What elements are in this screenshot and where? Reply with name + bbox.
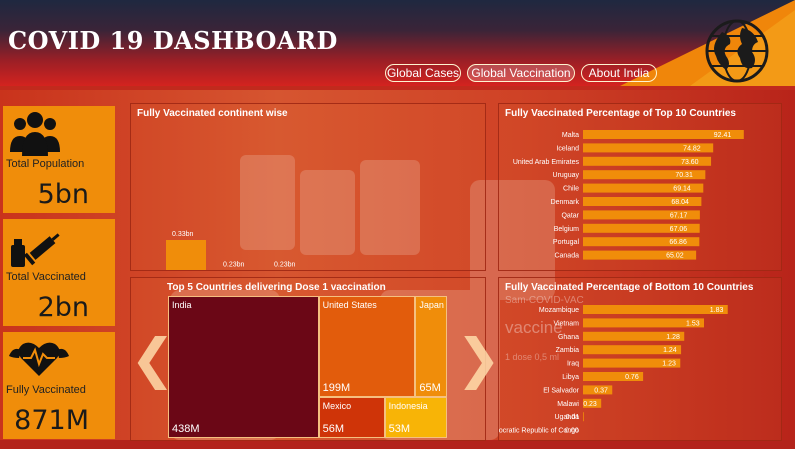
- chart-title: Top 5 Countries delivering Dose 1 vaccin…: [167, 282, 386, 293]
- treemap-tile[interactable]: United States 199M: [318, 296, 416, 397]
- bottom10-bar-chart: Mozambique 1.83 Vietnam 1.53 Ghana 1.28 Zambia…: [499, 305, 728, 435]
- category-label: Ghana: [558, 334, 579, 341]
- bar-data-label: 74.82: [683, 145, 701, 152]
- nav-about-india-button[interactable]: About India: [581, 64, 657, 82]
- treemap-value-label: 199M: [322, 381, 351, 394]
- category-label: Vietnam: [553, 320, 579, 327]
- treemap-category-label: Japan: [419, 300, 444, 310]
- bar: [583, 305, 728, 314]
- bar-data-label: 1.83: [710, 307, 724, 314]
- category-label: Malawi: [557, 401, 579, 408]
- category-label: Belgium: [554, 226, 579, 233]
- bar-data-label: 1.23: [662, 361, 676, 368]
- top10-bar-chart: Malta 92.41 Iceland 74.82 United Arab Emirat…: [513, 130, 744, 260]
- bar-data-label: 73.60: [681, 159, 699, 166]
- kpi-label: Fully Vaccinated: [6, 384, 86, 396]
- bar-data-label: 0.37: [594, 387, 608, 394]
- bar-data-label: 0.01: [566, 414, 580, 421]
- category-label: Iceland: [556, 145, 579, 152]
- panel-continent-chart: Fully Vaccinated continent wise 0.33bnAs…: [130, 103, 486, 271]
- treemap-value-label: 65M: [419, 381, 441, 394]
- panel-dose1-treemap: Top 5 Countries delivering Dose 1 vaccin…: [130, 277, 486, 441]
- panel-bottom10-chart: Fully Vaccinated Percentage of Bottom 10…: [498, 277, 782, 441]
- bar-data-label: 66.86: [669, 239, 687, 246]
- kpi-value: 5bn: [37, 179, 89, 210]
- bar-data-label: 67.17: [670, 212, 688, 219]
- category-label: Uruguay: [553, 172, 580, 179]
- treemap-category-label: Indonesia: [388, 400, 428, 411]
- kpi-label: Total Population: [6, 158, 85, 170]
- next-arrow-button[interactable]: ❯: [456, 327, 501, 390]
- bar-data-label: 0.23bn: [274, 261, 296, 268]
- treemap-tile[interactable]: Mexico 56M: [318, 396, 385, 438]
- dose1-treemap: India 438M United States 199M Japan 65M Mexico…: [168, 296, 447, 438]
- bar-data-label: 1.53: [686, 320, 700, 327]
- treemap-tile[interactable]: Japan 65M: [415, 296, 447, 397]
- treemap-value-label: 56M: [322, 422, 345, 435]
- category-label: Zambia: [556, 347, 579, 354]
- bar-data-label: 70.31: [675, 172, 693, 179]
- category-label: Denmark: [551, 199, 580, 206]
- category-label: Chile: [563, 186, 579, 193]
- bar-data-label: 0.00: [565, 428, 579, 435]
- category-label: Canada: [554, 253, 579, 260]
- nav-global-vaccination-button[interactable]: Global Vaccination: [467, 64, 575, 82]
- kpi-label: Total Vaccinated: [6, 271, 86, 283]
- continent-bar-chart: 0.33bnAsia0.23bnNorthAmerica0.23bnEurope…: [166, 231, 296, 270]
- bar-data-label: 1.28: [666, 334, 680, 341]
- bar: [166, 240, 206, 270]
- prev-arrow-button[interactable]: ❮: [130, 327, 175, 390]
- category-label: United Arab Emirates: [513, 159, 580, 166]
- treemap-category-label: Mexico: [322, 400, 352, 411]
- bar-data-label: 92.41: [714, 132, 732, 139]
- bar-data-label: 67.06: [670, 226, 688, 233]
- category-label: Iraq: [567, 361, 579, 368]
- category-label: Qatar: [561, 212, 579, 219]
- bar-data-label: 0.23bn: [223, 261, 245, 268]
- panel-top10-chart: Fully Vaccinated Percentage of Top 10 Co…: [498, 103, 782, 271]
- treemap-value-label: 438M: [172, 423, 200, 435]
- treemap-tile[interactable]: India 438M: [168, 296, 319, 438]
- treemap-tile[interactable]: Indonesia 53M: [384, 396, 447, 438]
- syringe-icon: [11, 233, 60, 267]
- kpi-total-vaccinated: Total Vaccinated 2bn: [3, 219, 115, 326]
- kpi-total-population: Total Population 5bn: [3, 106, 115, 213]
- category-label: Libya: [562, 374, 579, 381]
- bar: [583, 412, 584, 422]
- treemap-value-label: 53M: [388, 422, 410, 435]
- category-label: Portugal: [553, 239, 580, 246]
- page-title: COVID 19 DASHBOARD: [8, 26, 338, 55]
- kpi-value: 2bn: [37, 292, 89, 323]
- bar-data-label: 68.04: [671, 199, 689, 206]
- kpi-value: 871M: [14, 405, 89, 436]
- nav-global-cases-button[interactable]: Global Cases: [385, 64, 461, 82]
- kpi-fully-vaccinated: Fully Vaccinated 871M: [3, 332, 115, 439]
- category-label: Malta: [562, 132, 579, 139]
- category-label: Mozambique: [539, 307, 579, 314]
- treemap-category-label: India: [172, 300, 192, 310]
- bar-data-label: 69.14: [673, 186, 691, 193]
- heart-strong-icon: [9, 342, 69, 376]
- bar-data-label: 0.33bn: [172, 231, 194, 238]
- globe-icon: [705, 19, 769, 83]
- bar-data-label: 0.76: [625, 374, 639, 381]
- bar-data-label: 65.02: [666, 253, 684, 260]
- bar-data-label: 0.23: [583, 401, 597, 408]
- people-icon: [10, 112, 60, 156]
- treemap-category-label: United States: [322, 300, 377, 310]
- category-label: El Salvador: [543, 387, 579, 394]
- bar-data-label: 1.24: [663, 347, 677, 354]
